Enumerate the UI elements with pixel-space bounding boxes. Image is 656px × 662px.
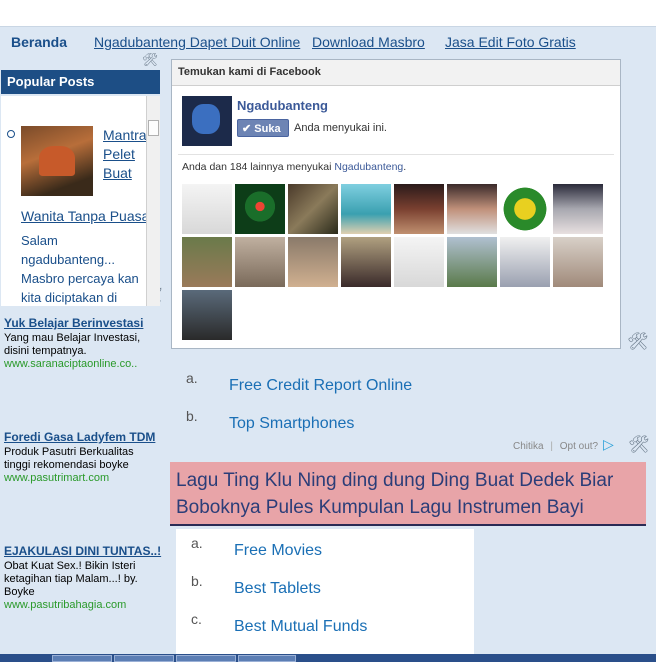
ad-block: Yuk Belajar Berinvestasi Yang mau Belaja… (4, 317, 162, 371)
opt-out-link[interactable]: Opt out? (560, 441, 598, 452)
chitika-label[interactable]: Chitika (513, 441, 544, 452)
fan-avatar[interactable] (341, 184, 391, 234)
nav-ngadubanteng-dapet-duit[interactable]: Ngadubanteng Dapet Duit Online (94, 34, 300, 50)
fan-count-page-link[interactable]: Ngadubanteng (334, 161, 403, 173)
sponsored-link[interactable]: Top Smartphones (229, 415, 354, 433)
sponsored-link[interactable]: Free Credit Report Online (229, 377, 412, 395)
fan-avatar[interactable] (288, 184, 338, 234)
list-marker: c. (191, 611, 202, 627)
fan-avatar[interactable] (341, 237, 391, 287)
post-thumbnail[interactable] (21, 126, 93, 196)
bullet (7, 130, 15, 138)
scrollbar[interactable] (146, 96, 160, 306)
top-navigation: Beranda Ngadubanteng Dapet Duit Online D… (0, 27, 656, 55)
ad-title-link[interactable]: Foredi Gasa Ladyfem TDM (4, 431, 162, 444)
list-marker: a. (186, 370, 198, 386)
ad-text: Yang mau Belajar Investasi, disini tempa… (4, 332, 141, 357)
fan-avatar[interactable] (235, 237, 285, 287)
fan-avatar[interactable] (394, 184, 444, 234)
fan-avatar[interactable] (182, 237, 232, 287)
facebook-like-box: Temukan kami di Facebook Ngadubanteng ✔ … (171, 59, 621, 349)
fan-count-text: Anda dan 184 lainnya menyukai (182, 161, 335, 173)
taskbar-button[interactable] (114, 655, 174, 662)
like-button[interactable]: ✔ Suka (237, 119, 289, 137)
fan-avatar[interactable] (553, 184, 603, 234)
fan-count: Anda dan 184 lainnya menyukai Ngadubante… (182, 161, 406, 173)
top-bar (0, 0, 656, 27)
ad-url-link[interactable]: www.pasutribahagia.com (4, 599, 162, 612)
nav-jasa-edit-foto[interactable]: Jasa Edit Foto Gratis (445, 34, 576, 50)
checkmark-icon: ✔ (242, 123, 252, 135)
link-unit-panel (176, 529, 474, 662)
ad-url-link[interactable]: www.saranaciptaonline.co.. (4, 358, 162, 371)
post-title[interactable]: Lagu Ting Klu Ning ding dung Ding Buat D… (170, 462, 646, 526)
wrench-screwdriver-icon[interactable]: 🛠 (628, 435, 650, 455)
popular-posts-list: Mantra Pelet Buat Wanita Tanpa Puasa Sal… (1, 96, 160, 306)
fan-avatar[interactable] (500, 184, 550, 234)
sponsored-link[interactable]: Best Mutual Funds (234, 618, 367, 636)
facebook-page-name[interactable]: Ngadubanteng (237, 98, 328, 113)
fan-avatar[interactable] (394, 237, 444, 287)
list-marker: a. (191, 535, 203, 551)
ad-block: Foredi Gasa Ladyfem TDM Produk Pasutri B… (4, 431, 162, 485)
ad-block: EJAKULASI DINI TUNTAS..! Obat Kuat Sex.!… (4, 545, 162, 612)
post-title-link[interactable]: Mantra Pelet Buat (103, 126, 151, 183)
fan-avatar[interactable] (182, 290, 232, 340)
sponsored-link[interactable]: Best Tablets (234, 580, 321, 598)
fan-avatar[interactable] (235, 184, 285, 234)
liked-status: Anda menyukai ini. (294, 122, 387, 134)
taskbar-button[interactable] (52, 655, 112, 662)
scrollbar-thumb[interactable] (148, 120, 159, 136)
fan-avatar[interactable] (553, 237, 603, 287)
fan-avatar[interactable] (288, 237, 338, 287)
popular-posts-heading: Popular Posts (1, 70, 160, 94)
play-triangle-icon[interactable]: ▷ (603, 436, 614, 453)
fan-avatar[interactable] (447, 237, 497, 287)
ad-text: Produk Pasutri Berkualitas tinggi rekome… (4, 446, 134, 471)
ad-url-link[interactable]: www.pasutrimart.com (4, 472, 162, 485)
fan-avatar[interactable] (182, 184, 232, 234)
ad-text: Obat Kuat Sex.! Bikin Isteri ketagihan t… (4, 560, 138, 598)
divider (178, 154, 614, 155)
ad-title-link[interactable]: EJAKULASI DINI TUNTAS..! (4, 545, 162, 558)
wrench-screwdriver-icon[interactable]: 🛠 (142, 52, 159, 68)
chitika-attribution: Chitika | Opt out? (513, 441, 599, 452)
nav-download-masbro[interactable]: Download Masbro (312, 34, 425, 50)
fan-count-end: . (403, 161, 407, 173)
list-marker: b. (191, 573, 203, 589)
post-title-link[interactable]: Wanita Tanpa Puasa (21, 208, 149, 224)
ad-title-link[interactable]: Yuk Belajar Berinvestasi (4, 317, 162, 330)
page-logo[interactable] (182, 96, 232, 146)
taskbar-button[interactable] (176, 655, 236, 662)
sponsored-link[interactable]: Free Movies (234, 542, 322, 560)
like-button-label: Suka (254, 123, 281, 135)
post-snippet: Salam ngadubanteng... Masbro percaya kan… (21, 233, 139, 305)
taskbar-button[interactable] (238, 655, 296, 662)
fan-avatar[interactable] (447, 184, 497, 234)
nav-home[interactable]: Beranda (11, 34, 67, 50)
list-marker: b. (186, 408, 198, 424)
facebook-box-header: Temukan kami di Facebook (172, 60, 620, 86)
fan-avatar[interactable] (500, 237, 550, 287)
wrench-screwdriver-icon[interactable]: 🛠 (627, 332, 649, 352)
